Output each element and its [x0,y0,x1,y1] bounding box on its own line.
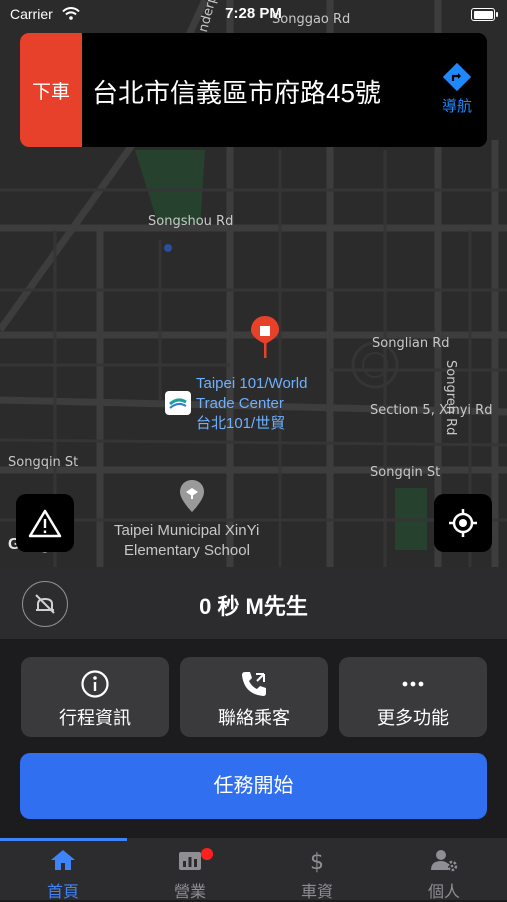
my-location-button[interactable] [434,494,492,552]
notification-badge [201,848,213,860]
tab-profile[interactable]: 個人 [381,838,507,901]
chart-icon [179,852,201,870]
destination-address: 台北市信義區市府路45號 [92,78,381,108]
contact-passenger-label: 聯絡乘客 [218,708,290,728]
dropoff-tag: 下車 [20,33,82,147]
poi-label: Elementary School [124,542,250,559]
street-label: Songshou Rd [148,214,234,229]
metro-station-icon[interactable] [165,391,191,415]
warning-icon [28,509,62,538]
info-icon [81,670,109,698]
person-settings-icon [431,850,458,872]
tab-label: 首頁 [46,884,79,901]
navigate-label: 導航 [441,98,472,115]
tab-label: 個人 [427,884,460,901]
tab-fare[interactable]: $ 車資 [254,838,380,901]
tab-bar: 首頁 營業 $ 車資 個人 [0,838,507,901]
start-task-button[interactable]: 任務開始 [20,753,487,819]
street-label: Songlian Rd [372,336,450,351]
more-functions-label: 更多功能 [377,708,449,728]
trip-status-text: 0 秒 M先生 [199,594,308,619]
locate-icon [449,509,477,537]
trip-status-row: 0 秒 M先生 [0,567,507,639]
poi-label: Taipei 101/World [196,375,308,392]
tab-label: 營業 [173,884,206,901]
report-hazard-button[interactable] [16,494,74,552]
dollar-icon: $ [310,850,324,874]
clock: 7:28 PM [225,5,282,22]
more-functions-button[interactable]: 更多功能 [339,657,487,737]
status-bar: Carrier 7:28 PM [0,0,507,30]
destination-pin-icon[interactable] [249,314,281,358]
phone-icon [242,672,266,696]
trip-info-button[interactable]: 行程資訊 [21,657,169,737]
destination-banner[interactable]: 下車 台北市信義區市府路45號 導航 [20,33,487,147]
street-label: Songren Rd [443,360,458,436]
poi-label: Taipei Municipal XinYi [114,522,260,539]
poi-label: Trade Center [196,395,284,412]
battery-icon [471,8,498,21]
directions-icon [443,63,471,91]
svg-text:$: $ [310,850,324,874]
street-label: Songqin St [370,465,441,480]
navigate-button[interactable]: 導航 [437,63,477,116]
contact-passenger-button[interactable]: 聯絡乘客 [180,657,328,737]
street-label: Section 5, Xinyi Rd [370,403,493,418]
home-icon [51,850,75,870]
school-pin-icon[interactable] [178,478,206,514]
tab-home[interactable]: 首頁 [0,838,126,901]
poi-label: 台北101/世貿 [196,415,286,432]
street-label: Songqin St [8,455,79,470]
more-icon [402,681,424,687]
tab-label: 車資 [300,884,333,901]
trip-info-label: 行程資訊 [59,708,131,728]
tab-business[interactable]: 營業 [127,838,253,901]
